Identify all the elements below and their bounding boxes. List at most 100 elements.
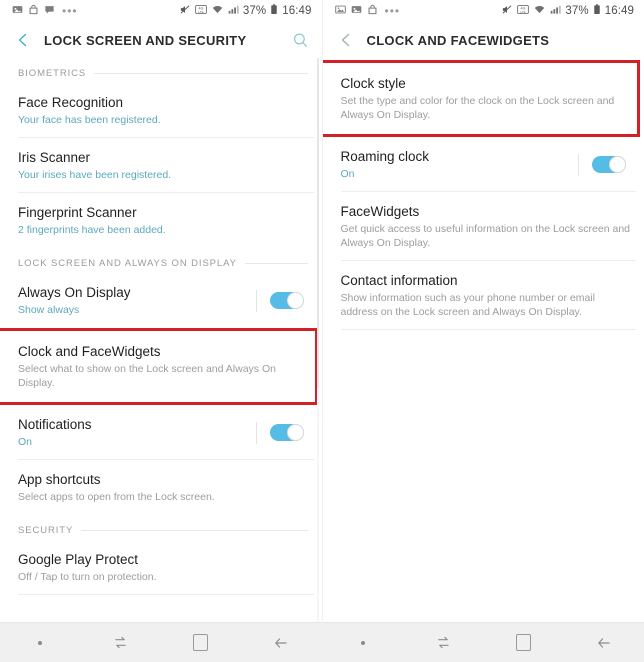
row-text: Clock style Set the type and color for t… bbox=[341, 75, 624, 122]
row-title: FaceWidgets bbox=[340, 204, 420, 219]
list-item-notifications[interactable]: Notifications On bbox=[0, 405, 322, 460]
section-rule bbox=[81, 530, 308, 531]
list-item-iris-scanner[interactable]: Iris Scanner Your irises have been regis… bbox=[0, 138, 322, 193]
dot-indicator-icon bbox=[38, 640, 43, 645]
dual-screenshot-container: ••• 4G LTE 37% 16:49 LOCK SCREEN AND SEC… bbox=[0, 0, 644, 662]
row-text: Clock and FaceWidgets Select what to sho… bbox=[18, 343, 301, 390]
scrollbar-thumb[interactable] bbox=[316, 58, 319, 388]
row-text: Fingerprint Scanner 2 fingerprints have … bbox=[18, 204, 308, 237]
signal-icon bbox=[550, 4, 562, 18]
list-item-roaming-clock[interactable]: Roaming clock On bbox=[322, 137, 644, 192]
toggle-container bbox=[242, 421, 304, 444]
clock-label: 16:49 bbox=[604, 5, 634, 17]
left-phone-screen: ••• 4G LTE 37% 16:49 LOCK SCREEN AND SEC… bbox=[0, 0, 323, 662]
row-title: Google Play Protect bbox=[18, 552, 139, 567]
recents-icon bbox=[115, 636, 126, 649]
search-icon[interactable] bbox=[292, 31, 310, 49]
row-text: Iris Scanner Your irises have been regis… bbox=[18, 149, 308, 182]
settings-list-right[interactable]: Clock style Set the type and color for t… bbox=[322, 58, 644, 622]
row-subtitle: Off / Tap to turn on protection. bbox=[18, 571, 157, 583]
clock-label: 16:49 bbox=[282, 5, 312, 17]
mute-icon bbox=[179, 4, 191, 18]
row-title: Contact information bbox=[340, 273, 458, 288]
notifications-toggle[interactable] bbox=[269, 424, 304, 441]
row-text: App shortcuts Select apps to open from t… bbox=[18, 471, 308, 504]
row-subtitle: On bbox=[18, 436, 33, 448]
settings-list-left[interactable]: BIOMETRICS Face Recognition Your face ha… bbox=[0, 58, 322, 622]
row-text: Face Recognition Your face has been regi… bbox=[18, 94, 308, 127]
back-icon bbox=[275, 637, 287, 648]
status-overflow-dots: ••• bbox=[62, 4, 78, 18]
navigation-bar-right bbox=[322, 622, 644, 662]
row-title: Face Recognition bbox=[18, 95, 124, 110]
row-title: Roaming clock bbox=[340, 149, 430, 164]
section-header-biometrics: BIOMETRICS bbox=[0, 58, 322, 83]
list-item-app-shortcuts[interactable]: App shortcuts Select apps to open from t… bbox=[0, 460, 322, 515]
row-text: Google Play Protect Off / Tap to turn on… bbox=[18, 551, 308, 584]
nav-home-button[interactable] bbox=[483, 623, 563, 662]
row-text: Contact information Show information suc… bbox=[341, 272, 631, 319]
battery-percent-label: 37% bbox=[565, 5, 589, 17]
chat-icon bbox=[44, 4, 55, 18]
status-overflow-dots: ••• bbox=[384, 4, 401, 18]
always-on-display-toggle[interactable] bbox=[269, 292, 304, 309]
list-item-fingerprint-scanner[interactable]: Fingerprint Scanner 2 fingerprints have … bbox=[0, 193, 322, 248]
toggle-container bbox=[242, 289, 304, 312]
page-title: CLOCK AND FACEWIDGETS bbox=[366, 32, 550, 48]
row-title: App shortcuts bbox=[18, 472, 101, 487]
list-item-facewidgets[interactable]: FaceWidgets Get quick access to useful i… bbox=[322, 192, 644, 261]
home-icon bbox=[515, 634, 531, 651]
section-header-security: SECURITY bbox=[0, 515, 322, 540]
nav-recents-button[interactable] bbox=[80, 623, 160, 662]
back-arrow-icon[interactable] bbox=[14, 31, 32, 49]
row-title: Always On Display bbox=[18, 285, 131, 300]
svg-text:LTE: LTE bbox=[521, 10, 526, 14]
wifi-icon bbox=[533, 4, 546, 18]
section-rule bbox=[94, 73, 308, 74]
row-subtitle: Get quick access to useful information o… bbox=[340, 223, 631, 249]
back-arrow-icon[interactable] bbox=[337, 31, 355, 49]
row-subtitle: 2 fingerprints have been added. bbox=[18, 224, 166, 236]
section-label: BIOMETRICS bbox=[18, 68, 87, 79]
row-text: Always On Display Show always bbox=[18, 284, 242, 317]
list-item-clock-and-facewidgets[interactable]: Clock and FaceWidgets Select what to sho… bbox=[0, 328, 318, 405]
row-text: Roaming clock On bbox=[341, 148, 565, 181]
toggle-divider bbox=[255, 421, 257, 444]
row-subtitle: Show information such as your phone numb… bbox=[340, 292, 595, 318]
status-bar-notification-icons: ••• bbox=[334, 4, 401, 18]
toggle-knob bbox=[286, 424, 304, 441]
row-title: Notifications bbox=[18, 417, 92, 432]
row-subtitle: Select what to show on the Lock screen a… bbox=[18, 363, 276, 389]
nav-dot-indicator bbox=[323, 623, 403, 662]
list-item-always-on-display[interactable]: Always On Display Show always bbox=[0, 273, 322, 328]
nav-back-button[interactable] bbox=[241, 623, 321, 662]
svg-text:LTE: LTE bbox=[198, 10, 203, 14]
bag-icon bbox=[28, 4, 39, 18]
nav-back-button[interactable] bbox=[564, 623, 644, 662]
status-bar-system-icons: 4G LTE 37% 16:49 bbox=[179, 4, 312, 18]
row-subtitle: On bbox=[340, 168, 355, 180]
wifi-icon bbox=[211, 4, 224, 18]
roaming-clock-toggle[interactable] bbox=[592, 156, 626, 173]
section-rule bbox=[244, 263, 308, 264]
gallery-icon bbox=[351, 4, 362, 18]
row-subtitle: Your irises have been registered. bbox=[18, 169, 172, 181]
list-item-google-play-protect[interactable]: Google Play Protect Off / Tap to turn on… bbox=[0, 540, 322, 595]
row-title: Iris Scanner bbox=[18, 150, 91, 165]
status-bar-right: ••• 4G LTE 37% 16:49 bbox=[323, 0, 644, 22]
battery-icon bbox=[270, 4, 278, 18]
section-label: SECURITY bbox=[18, 525, 74, 536]
row-text: Notifications On bbox=[18, 416, 242, 449]
nav-recents-button[interactable] bbox=[403, 623, 483, 662]
row-title: Fingerprint Scanner bbox=[18, 205, 137, 220]
toggle-knob bbox=[286, 292, 304, 309]
list-item-face-recognition[interactable]: Face Recognition Your face has been regi… bbox=[0, 83, 322, 138]
row-subtitle: Set the type and color for the clock on … bbox=[340, 95, 615, 121]
nav-home-button[interactable] bbox=[161, 623, 241, 662]
list-item-contact-information[interactable]: Contact information Show information suc… bbox=[322, 261, 644, 330]
bag-icon bbox=[367, 4, 378, 18]
lte-icon: 4G LTE bbox=[517, 4, 530, 18]
list-item-clock-style[interactable]: Clock style Set the type and color for t… bbox=[322, 60, 640, 137]
navigation-bar-left bbox=[0, 622, 322, 662]
status-bar-system-icons: 4G LTE 37% 16:49 bbox=[501, 4, 634, 18]
